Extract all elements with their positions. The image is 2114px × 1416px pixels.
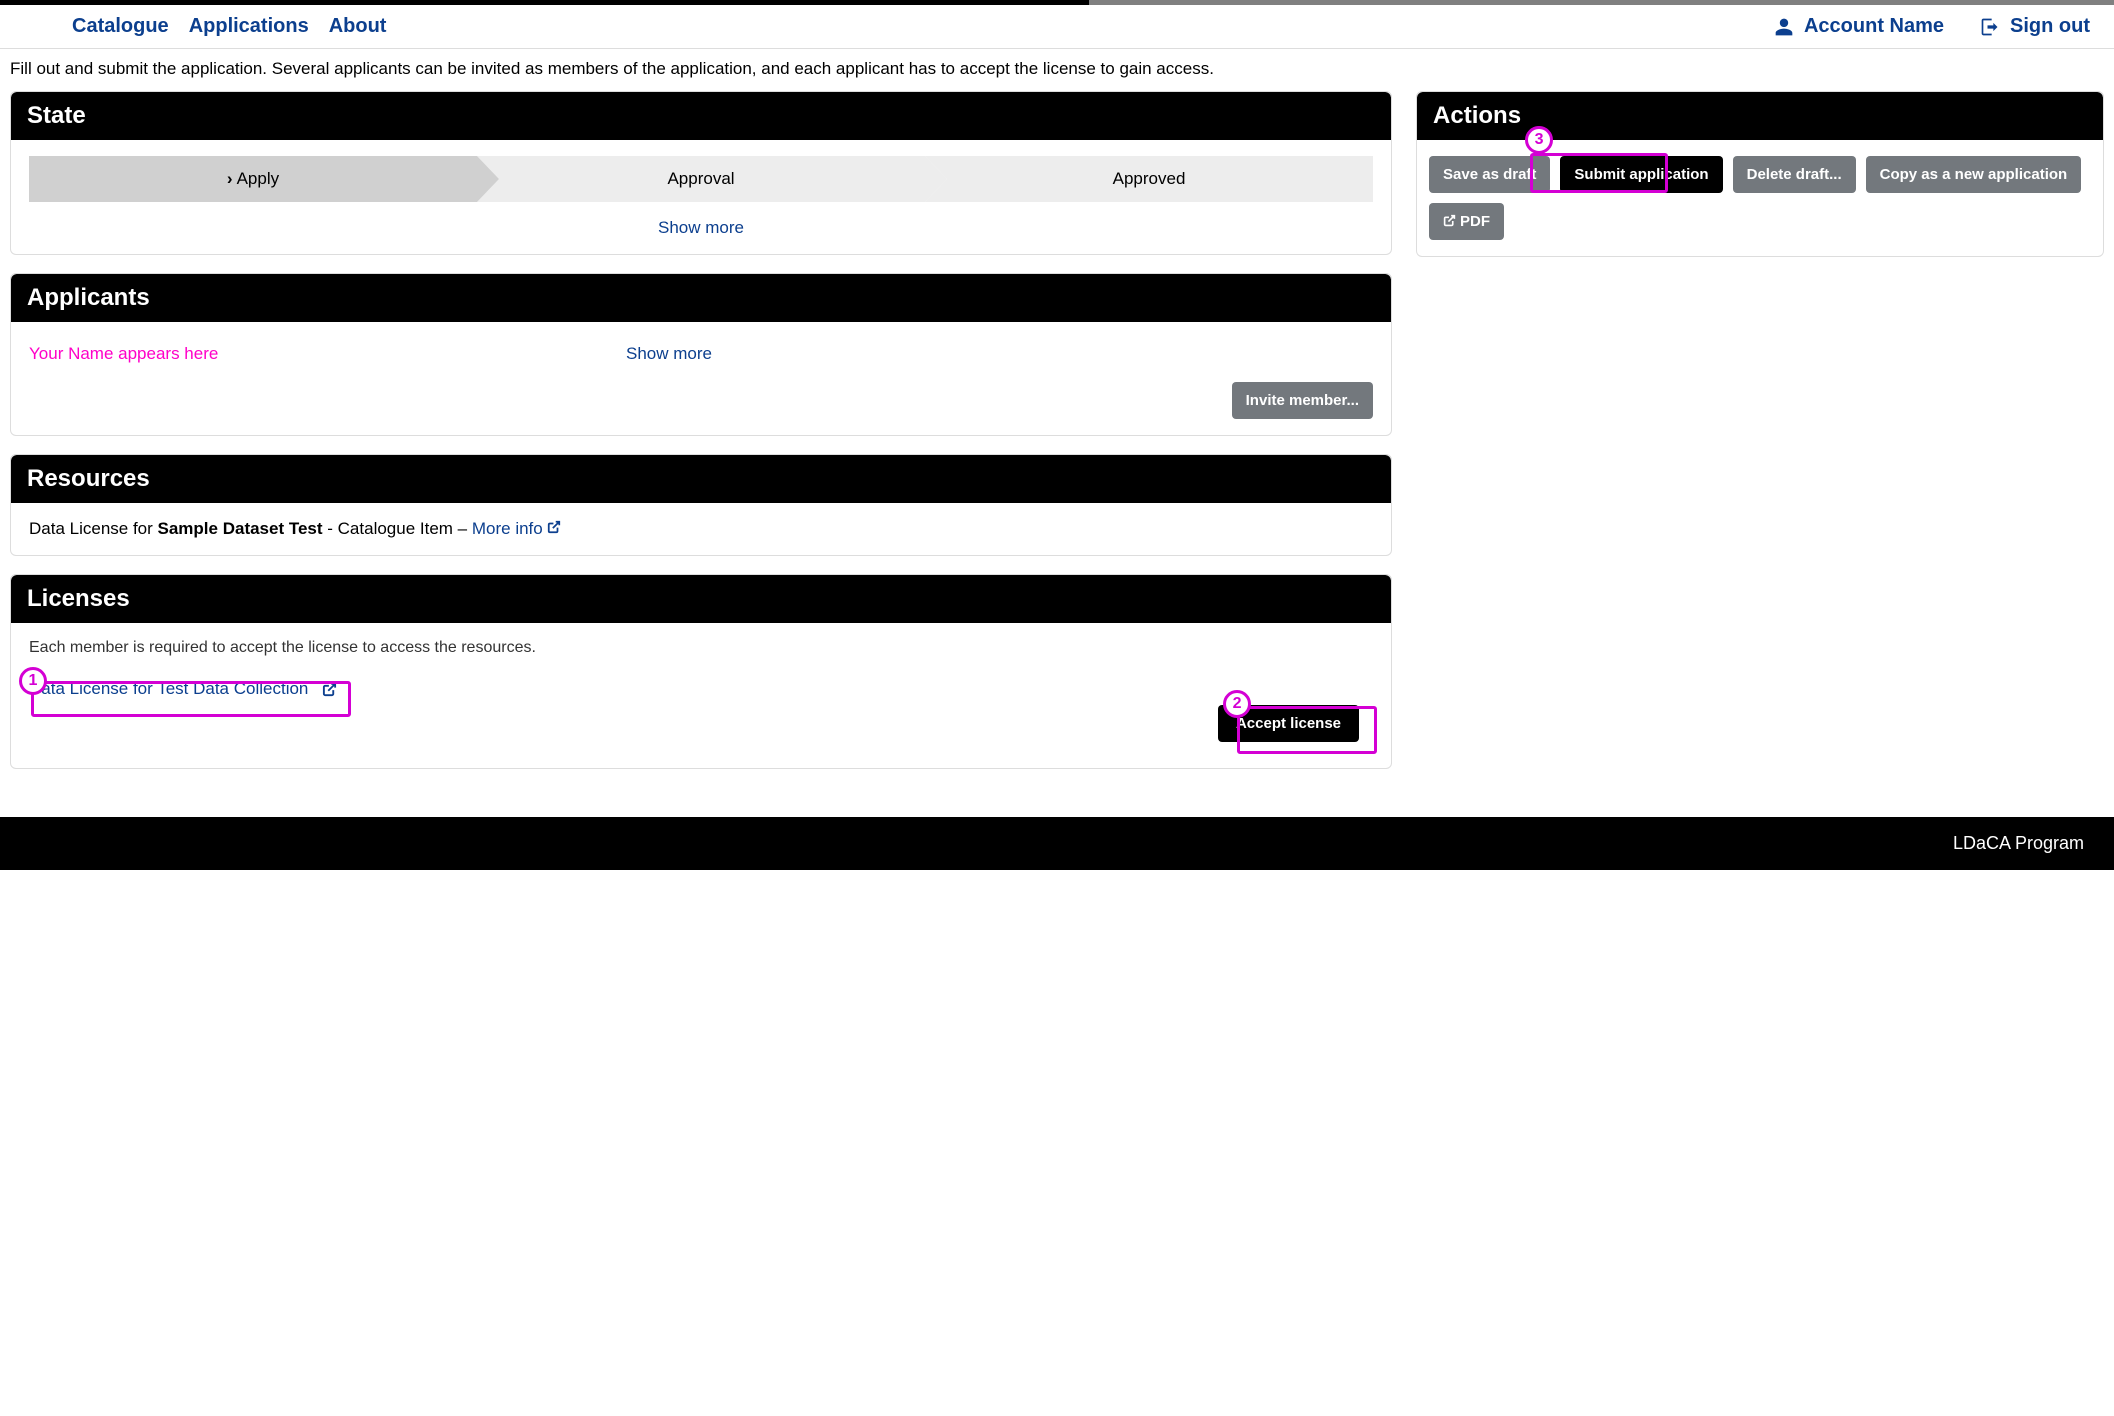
- applicants-card: Applicants Your Name appears here Show m…: [10, 273, 1392, 436]
- actions-card: Actions Save as draft Submit application…: [1416, 91, 2104, 257]
- user-icon: [1774, 17, 1794, 37]
- resource-prefix: Data License for: [29, 519, 158, 538]
- progress-steps: › Apply Approval Approved: [29, 156, 1373, 202]
- state-header: State: [11, 92, 1391, 140]
- submit-application-button[interactable]: Submit application: [1560, 156, 1722, 193]
- step-approved-label: Approved: [1113, 169, 1186, 189]
- signout-label: Sign out: [2010, 15, 2090, 38]
- applicant-name: Your Name appears here: [29, 338, 626, 364]
- step-approval-label: Approval: [667, 169, 734, 189]
- accept-license-button[interactable]: Accept license: [1218, 705, 1359, 742]
- intro-text: Fill out and submit the application. Sev…: [0, 49, 2114, 91]
- resource-dataset: Sample Dataset Test: [158, 519, 323, 538]
- more-info-link[interactable]: More info: [472, 519, 562, 538]
- step-approval: Approval: [477, 156, 925, 202]
- signout-icon: [1980, 17, 2000, 37]
- external-link-icon: [322, 682, 337, 697]
- invite-member-button[interactable]: Invite member...: [1232, 382, 1373, 419]
- external-link-icon: [547, 520, 561, 534]
- resources-header: Resources: [11, 455, 1391, 503]
- nav-about[interactable]: About: [329, 15, 387, 38]
- footer: LDaCA Program: [0, 817, 2114, 870]
- pdf-button[interactable]: PDF: [1429, 203, 1504, 240]
- nav-applications[interactable]: Applications: [189, 15, 309, 38]
- resource-middle: - Catalogue Item –: [323, 519, 472, 538]
- licenses-card: Licenses Each member is required to acce…: [10, 574, 1392, 769]
- delete-draft-button[interactable]: Delete draft...: [1733, 156, 1856, 193]
- step-apply: › Apply: [29, 156, 477, 202]
- state-card: State › Apply Approval Approved Show mor…: [10, 91, 1392, 255]
- copy-application-button[interactable]: Copy as a new application: [1866, 156, 2082, 193]
- licenses-header: Licenses: [11, 575, 1391, 623]
- applicants-header: Applicants: [11, 274, 1391, 322]
- license-link[interactable]: Data License for Test Data Collection: [29, 679, 337, 699]
- resources-card: Resources Data License for Sample Datase…: [10, 454, 1392, 556]
- more-info-label: More info: [472, 519, 543, 538]
- nav-right: Account Name Sign out: [1774, 15, 2090, 38]
- save-draft-button[interactable]: Save as draft: [1429, 156, 1550, 193]
- resource-line: Data License for Sample Dataset Test - C…: [29, 519, 561, 538]
- nav-catalogue[interactable]: Catalogue: [72, 15, 169, 38]
- licenses-desc: Each member is required to accept the li…: [29, 639, 1373, 657]
- state-showmore[interactable]: Show more: [29, 212, 1373, 238]
- pdf-label: PDF: [1460, 213, 1490, 230]
- account-name: Account Name: [1804, 15, 1944, 38]
- license-link-label: Data License for Test Data Collection: [29, 679, 308, 699]
- account-link[interactable]: Account Name: [1774, 15, 1944, 38]
- actions-header: Actions: [1417, 92, 2103, 140]
- chevron-right-icon: ›: [227, 169, 233, 189]
- topbar: Catalogue Applications About Account Nam…: [0, 5, 2114, 49]
- step-apply-label: Apply: [237, 169, 280, 189]
- nav-left: Catalogue Applications About: [72, 15, 386, 38]
- external-link-icon: [1443, 214, 1456, 227]
- applicants-showmore[interactable]: Show more: [626, 344, 712, 363]
- signout-link[interactable]: Sign out: [1980, 15, 2090, 38]
- step-approved: Approved: [925, 156, 1373, 202]
- footer-text: LDaCA Program: [1953, 833, 2084, 853]
